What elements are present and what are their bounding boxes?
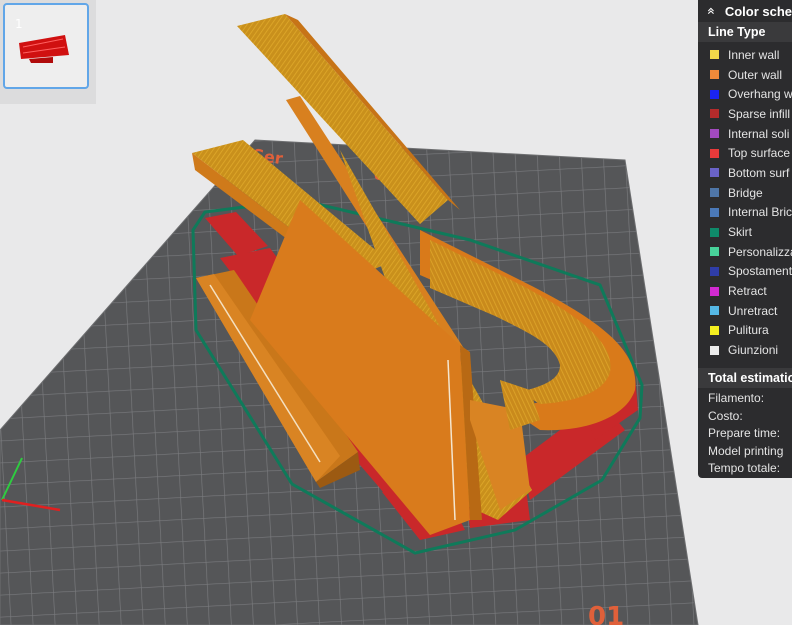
bed-label-bottom-right: 01 [588,602,624,625]
legend-item-label: Pulitura [728,323,769,338]
color-scheme-header[interactable]: Color sche [698,0,792,22]
color-swatch [710,345,719,355]
legend-item[interactable]: Bridge [698,183,792,203]
legend-item[interactable]: Pulitura [698,321,792,341]
legend-item[interactable]: Personalizza [698,242,792,262]
legend-item[interactable]: Outer wall [698,65,792,85]
legend-item[interactable]: Internal Bric [698,203,792,223]
color-swatch [710,188,719,198]
estimation-row: Costo: [708,408,743,423]
legend-item-label: Giunzioni [728,343,779,358]
legend-item-label: Internal soli [728,126,790,141]
color-swatch [710,247,719,257]
color-scheme-panel: Color sche Line Type Inner wall Outer wal… [698,0,792,478]
color-scheme-title: Color sche [724,3,792,19]
legend-item[interactable]: Bottom surf [698,163,792,183]
line-type-heading: Line Type [698,22,792,42]
color-swatch [710,266,719,276]
plate-preview-icon [19,35,69,63]
legend-item-label: Internal Bric [728,205,792,220]
estimation-row: Model printing [708,443,784,458]
chevron-up-icon [707,7,714,14]
color-swatch [710,207,719,217]
estimation-row: Tempo totale: [708,461,781,475]
color-swatch [710,70,719,80]
color-swatch [710,306,719,316]
legend-item-label: Top surface [728,146,791,161]
color-swatch [710,50,719,60]
legend-item-label: Overhang w [728,87,792,102]
plate-list-panel: 1 [0,0,96,104]
legend-item-label: Sparse infill [728,106,791,121]
legend-item-label: Unretract [728,303,778,318]
line-type-list: Inner wall Outer wall Overhang w Sparse inf… [698,42,792,360]
legend-item[interactable]: Inner wall [698,45,792,65]
legend-item-label: Skirt [728,225,752,240]
legend-item[interactable]: Unretract [698,301,792,321]
legend-item[interactable]: Sparse infill [698,104,792,124]
color-swatch [710,89,719,99]
legend-item[interactable]: Overhang w [698,84,792,104]
estimation-list: Filamento: Costo: Prepare time: Model print… [698,388,792,478]
color-swatch [710,286,719,296]
color-swatch [710,325,719,335]
legend-item[interactable]: Internal soli [698,124,792,144]
legend-item-label: Retract [728,284,767,299]
plate-thumbnail[interactable]: 1 [3,3,89,89]
estimation-heading: Total estimatio [698,368,792,388]
legend-item[interactable]: Skirt [698,222,792,242]
legend-item-label: Inner wall [728,47,780,62]
color-swatch [710,129,719,139]
estimation-row: Filamento: [708,391,765,405]
legend-item[interactable]: Retract [698,281,792,301]
legend-item-label: Outer wall [728,67,783,82]
legend-item[interactable]: Giunzioni [698,340,792,360]
legend-item-label: Personalizza [728,244,792,259]
legend-item[interactable]: Spostament [698,262,792,282]
color-swatch [710,109,719,119]
legend-item[interactable]: Top surface [698,143,792,163]
estimation-row: Prepare time: [708,426,781,440]
legend-item-label: Bridge [728,185,763,200]
legend-item-label: Spostament [728,264,792,279]
color-swatch [710,227,719,237]
color-swatch [710,148,719,158]
legend-item-label: Bottom surf [728,165,790,180]
3d-viewport[interactable]: Ser o 01 [0,0,792,625]
color-swatch [710,168,719,178]
